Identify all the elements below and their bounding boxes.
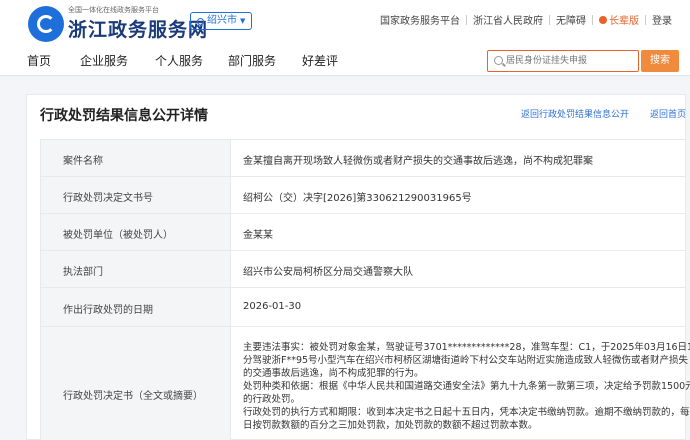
link-provincial-gov[interactable]: 浙江省人民政府 xyxy=(473,12,543,27)
decision-line: 主要违法事实：被处罚对象金某，驾驶证号3701*************28，准… xyxy=(243,342,690,353)
login-link[interactable]: 登录 xyxy=(652,12,672,27)
decision-line: 分驾驶浙F**95号小型汽车在绍兴市柯桥区湖塘街道岭下村公交车站附近实施造成致人… xyxy=(243,355,689,366)
back-to-list-link[interactable]: 返回行政处罚结果信息公开 xyxy=(521,107,629,120)
site-logo-icon[interactable] xyxy=(28,6,64,42)
row-label: 执法部门 xyxy=(63,267,103,278)
table-row: 被处罚单位（被处罚人） 金某某 xyxy=(40,213,686,250)
search-button[interactable]: 搜索 xyxy=(641,50,679,72)
nav-enterprise[interactable]: 企业服务 xyxy=(80,52,128,69)
search-icon xyxy=(494,56,503,65)
nav-personal[interactable]: 个人服务 xyxy=(155,52,203,69)
row-label: 被处罚单位（被处罚人） xyxy=(63,230,173,241)
link-accessibility[interactable]: 无障碍 xyxy=(556,12,586,27)
location-pin-icon xyxy=(195,16,206,26)
decision-line: 的交通事故后逃逸，尚不构成犯罪的行为。 xyxy=(243,368,424,379)
decision-line: 日按罚款数额的百分之三加处罚款，加处罚款的数额不超过罚款本数。 xyxy=(243,420,538,431)
chevron-down-icon: ▼ xyxy=(240,17,246,25)
row-label: 作出行政处罚的日期 xyxy=(63,305,153,316)
brand-title[interactable]: 浙江政务服务网 xyxy=(68,15,208,42)
nav-department[interactable]: 部门服务 xyxy=(228,52,276,69)
row-value: 2026-01-30 xyxy=(243,301,302,312)
search-input[interactable] xyxy=(506,54,636,68)
detail-card: 行政处罚结果信息公开详情 返回行政处罚结果信息公开 返回首页 案件名称 金某擅自… xyxy=(26,94,690,440)
row-label: 行政处罚决定文书号 xyxy=(63,193,153,204)
city-selector[interactable]: 绍兴市 ▼ xyxy=(190,12,253,30)
row-value: 金某擅自离开现场致人轻微伤或者财产损失的交通事故后逃逸，尚不构成犯罪案 xyxy=(243,156,593,167)
row-value: 绍兴市公安局柯桥区分局交通警察大队 xyxy=(243,267,413,278)
city-label: 绍兴市 xyxy=(207,15,237,26)
table-row: 执法部门 绍兴市公安局柯桥区分局交通警察大队 xyxy=(40,250,686,287)
nav-rating[interactable]: 好差评 xyxy=(302,52,338,69)
row-value: 金某某 xyxy=(243,230,273,241)
row-label: 行政处罚决定书（全文或摘要） xyxy=(63,391,203,402)
decision-line: 行政处罚的执行方式和期限：收到本决定书之日起十五日内，凭本决定书缴纳罚款。逾期不… xyxy=(243,407,690,418)
table-row: 作出行政处罚的日期 2026-01-30 xyxy=(40,287,686,326)
page-title: 行政处罚结果信息公开详情 xyxy=(40,108,208,124)
nav-home[interactable]: 首页 xyxy=(27,52,51,69)
care-icon xyxy=(599,16,607,24)
row-label: 案件名称 xyxy=(63,156,103,167)
table-row: 案件名称 金某擅自离开现场致人轻微伤或者财产损失的交通事故后逃逸，尚不构成犯罪案 xyxy=(40,139,686,176)
decision-line: 处罚种类和依据：根据《中华人民共和国道路交通安全法》第九十九条第一款第三项，决定… xyxy=(243,381,690,392)
header: 全国一体化在线政务服务平台 浙江政务服务网 绍兴市 ▼ 国家政务服务平台 浙江省… xyxy=(0,0,690,48)
search-box[interactable] xyxy=(487,50,639,72)
penalty-decision-text: 主要违法事实：被处罚对象金某，驾驶证号3701*************28，准… xyxy=(243,327,690,440)
brand-subtitle: 全国一体化在线政务服务平台 xyxy=(68,6,159,14)
top-links: 国家政务服务平台 浙江省人民政府 无障碍 长辈版 登录 xyxy=(380,12,672,27)
table-row: 行政处罚决定书（全文或摘要） 主要违法事实：被处罚对象金某，驾驶证号3701**… xyxy=(40,326,690,440)
table-row: 行政处罚决定文书号 绍柯公（交）决字[2026]第330621290031965… xyxy=(40,176,686,213)
decision-line: 的行政处罚。 xyxy=(243,394,301,405)
link-care-version[interactable]: 长辈版 xyxy=(599,12,639,27)
link-national-platform[interactable]: 国家政务服务平台 xyxy=(380,12,460,27)
row-value: 绍柯公（交）决字[2026]第330621290031965号 xyxy=(243,193,472,204)
back-to-home-link[interactable]: 返回首页 xyxy=(650,107,686,120)
